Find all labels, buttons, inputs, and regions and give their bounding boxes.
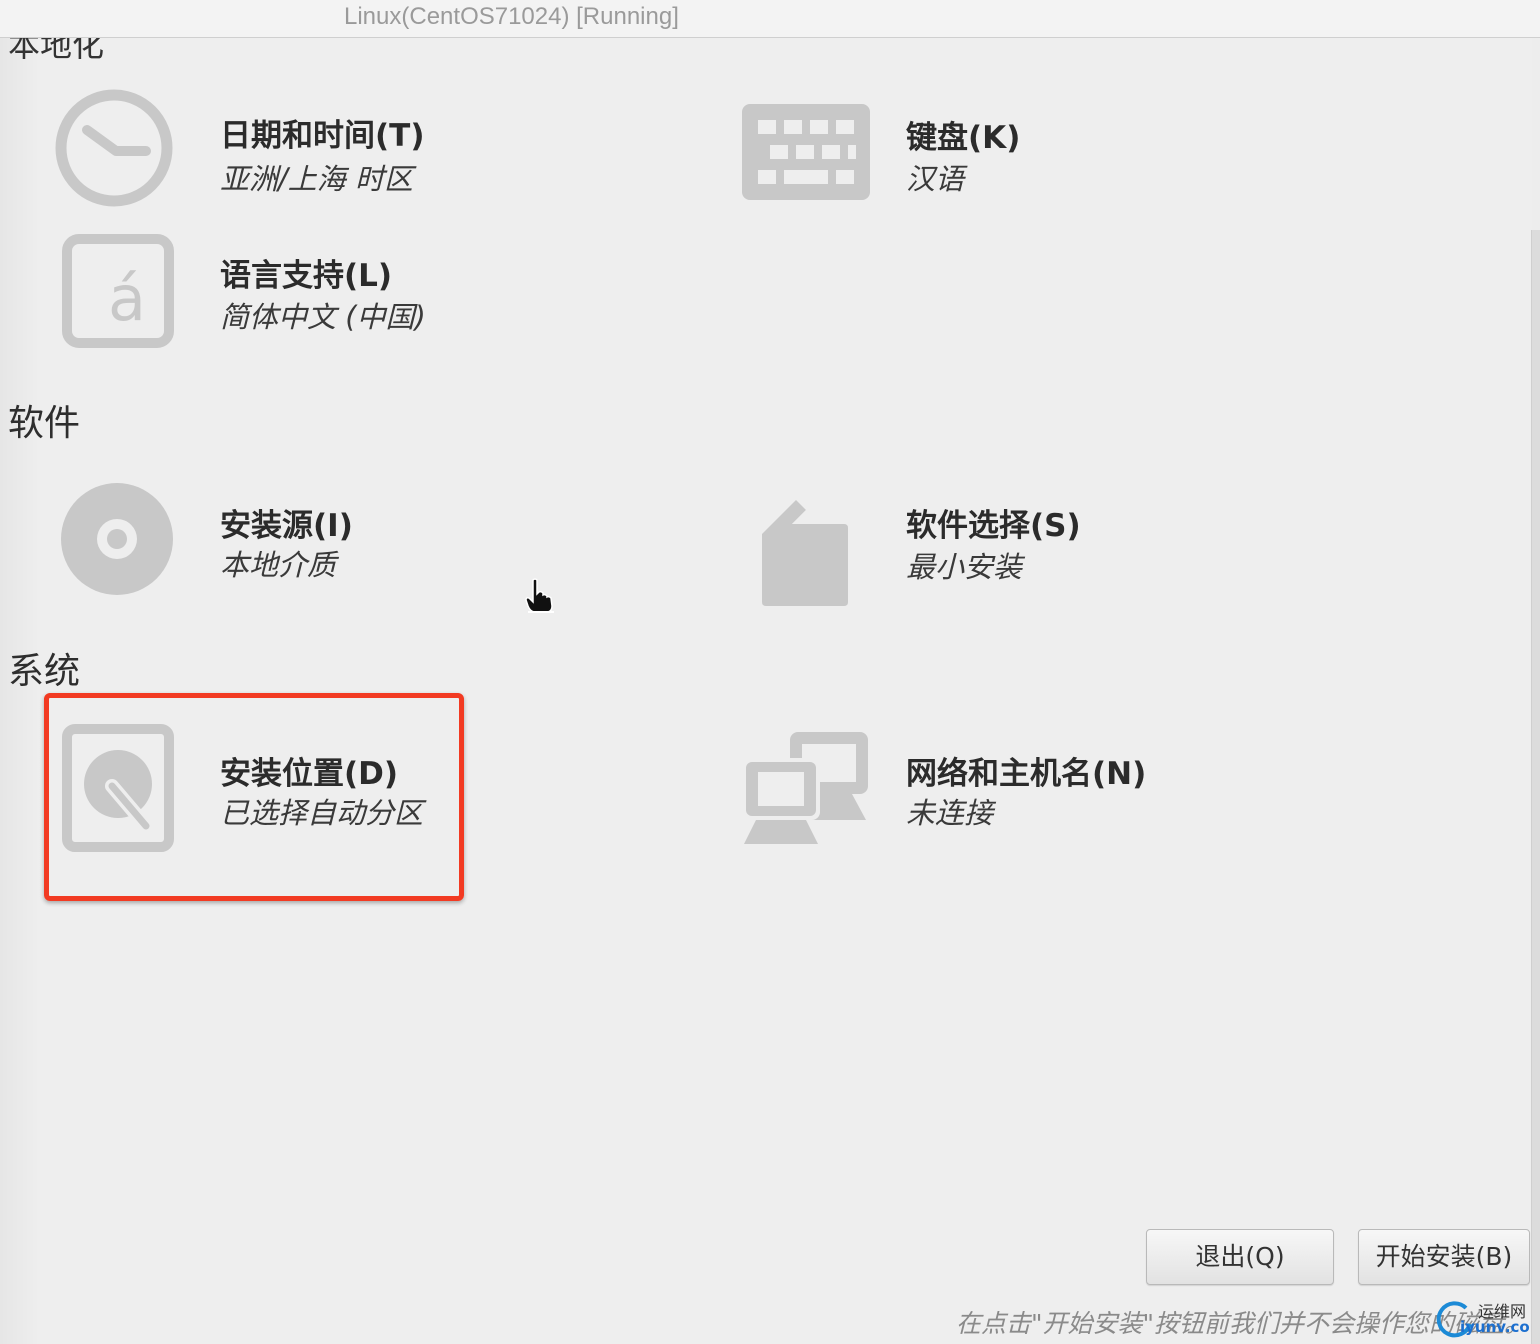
spoke-network-status: 未连接: [906, 796, 994, 830]
window-title: Linux(CentOS71024) [Running]: [344, 3, 679, 30]
network-icon: [742, 732, 868, 844]
hand-cursor-icon: [525, 578, 554, 613]
spoke-language-name: 语言支持(L): [220, 258, 393, 294]
disc-icon: [61, 483, 173, 595]
watermark-text-domain: iyunv.com: [1460, 1318, 1540, 1336]
package-icon: [762, 500, 848, 606]
destination-highlight-box: [44, 693, 464, 901]
clock-icon: [55, 89, 173, 207]
spoke-software-name: 软件选择(S): [906, 508, 1081, 544]
vertical-scrollbar[interactable]: [1531, 230, 1540, 1344]
spoke-datetime-status: 亚洲/上海 时区: [220, 162, 413, 196]
begin-installation-button[interactable]: 开始安装(B): [1358, 1229, 1530, 1285]
svg-text:á: á: [108, 262, 146, 335]
installation-summary: 本地化 日期和时间(T) 亚洲/上海 时区 键盘(K) 汉语 á 语言支持(L)…: [0, 38, 1540, 1344]
spoke-source-name: 安装源(I): [220, 508, 353, 544]
keyboard-icon: [742, 104, 870, 200]
spoke-keyboard-name: 键盘(K): [906, 120, 1021, 156]
spoke-source-status: 本地介质: [220, 548, 337, 582]
spoke-network-name: 网络和主机名(N): [906, 756, 1147, 792]
spoke-keyboard-status: 汉语: [906, 162, 965, 196]
section-system: 系统: [8, 651, 81, 692]
spoke-language-status: 简体中文 (中国): [220, 300, 426, 334]
language-icon: á: [62, 234, 174, 348]
quit-button[interactable]: 退出(Q): [1146, 1229, 1334, 1285]
spoke-language[interactable]: á 语言支持(L) 简体中文 (中国): [50, 234, 470, 354]
spoke-network[interactable]: 网络和主机名(N) 未连接: [740, 728, 1200, 858]
spoke-keyboard[interactable]: 键盘(K) 汉语: [740, 98, 1060, 208]
window-titlebar: Linux(CentOS71024) [Running]: [0, 0, 1540, 38]
spoke-source[interactable]: 安装源(I) 本地介质: [50, 478, 470, 608]
spoke-datetime-name: 日期和时间(T): [220, 118, 425, 154]
watermark: 运维网 iyunv.com: [1436, 1296, 1540, 1342]
section-software: 软件: [8, 403, 81, 444]
spoke-software[interactable]: 软件选择(S) 最小安装: [740, 478, 1160, 608]
spoke-datetime[interactable]: 日期和时间(T) 亚洲/上海 时区: [50, 86, 470, 216]
spoke-software-status: 最小安装: [906, 550, 1023, 584]
